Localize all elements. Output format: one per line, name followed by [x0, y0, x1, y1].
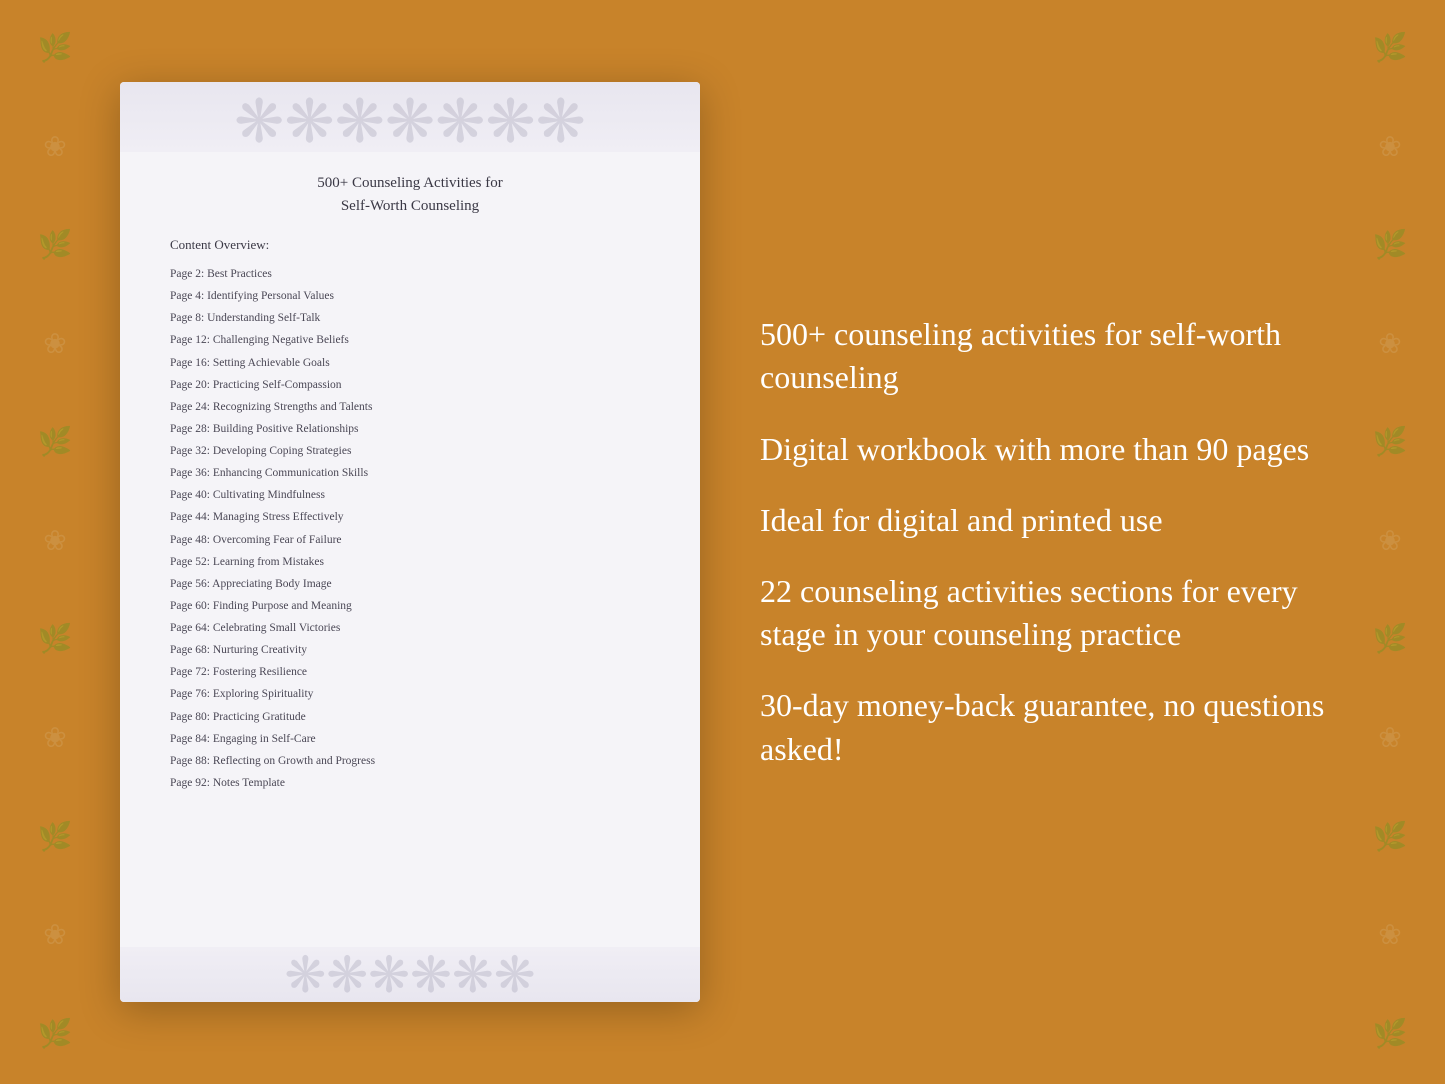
toc-title: Engaging in Self-Care: [210, 733, 316, 745]
toc-title: Practicing Self-Compassion: [210, 379, 342, 391]
toc-title: Identifying Personal Values: [204, 290, 334, 302]
toc-item: Page 40: Cultivating Mindfulness: [170, 484, 650, 506]
toc-item: Page 52: Learning from Mistakes: [170, 551, 650, 573]
toc-item: Page 84: Engaging in Self-Care: [170, 728, 650, 750]
page-number: Page 20:: [170, 375, 210, 395]
toc-item: Page 56: Appreciating Body Image: [170, 573, 650, 595]
toc-title: Building Positive Relationships: [210, 423, 359, 435]
feature-text-0: 500+ counseling activities for self-wort…: [760, 313, 1325, 399]
toc-title: Learning from Mistakes: [210, 556, 324, 568]
toc-title: Nurturing Creativity: [210, 644, 307, 656]
toc-title: Appreciating Body Image: [210, 578, 332, 590]
toc-title: Cultivating Mindfulness: [210, 489, 325, 501]
page-number: Page 88:: [170, 751, 210, 771]
toc-item: Page 8: Understanding Self-Talk: [170, 307, 650, 329]
features-panel: 500+ counseling activities for self-wort…: [760, 313, 1325, 771]
toc-title: Challenging Negative Beliefs: [210, 334, 349, 346]
page-number: Page 24:: [170, 397, 210, 417]
toc-title: Best Practices: [204, 268, 272, 280]
page-number: Page 8:: [170, 308, 204, 328]
feature-text-4: 30-day money-back guarantee, no question…: [760, 684, 1325, 770]
page-number: Page 60:: [170, 596, 210, 616]
page-number: Page 68:: [170, 640, 210, 660]
toc-title: Fostering Resilience: [210, 666, 307, 678]
toc-item: Page 88: Reflecting on Growth and Progre…: [170, 750, 650, 772]
doc-footer: ❋❋❋❋❋❋: [120, 947, 700, 1002]
toc-item: Page 4: Identifying Personal Values: [170, 285, 650, 307]
doc-title-line1: 500+ Counseling Activities for: [317, 175, 503, 191]
mandala-bottom-icon: ❋❋❋❋❋❋: [284, 946, 535, 1003]
table-of-contents: Page 2: Best PracticesPage 4: Identifyin…: [170, 263, 650, 794]
toc-title: Notes Template: [210, 777, 285, 789]
document-title: 500+ Counseling Activities for Self-Wort…: [170, 172, 650, 217]
toc-title: Celebrating Small Victories: [210, 622, 340, 634]
page-number: Page 28:: [170, 419, 210, 439]
page-number: Page 40:: [170, 485, 210, 505]
toc-title: Overcoming Fear of Failure: [210, 534, 342, 546]
toc-title: Finding Purpose and Meaning: [210, 600, 352, 612]
toc-item: Page 32: Developing Coping Strategies: [170, 440, 650, 462]
toc-item: Page 92: Notes Template: [170, 772, 650, 794]
toc-title: Exploring Spirituality: [210, 688, 314, 700]
page-number: Page 32:: [170, 441, 210, 461]
toc-title: Setting Achievable Goals: [210, 357, 330, 369]
toc-item: Page 2: Best Practices: [170, 263, 650, 285]
doc-header: ❋❋❋❋❋❋❋: [120, 82, 700, 152]
page-number: Page 36:: [170, 463, 210, 483]
toc-item: Page 64: Celebrating Small Victories: [170, 617, 650, 639]
page-number: Page 48:: [170, 530, 210, 550]
toc-item: Page 20: Practicing Self-Compassion: [170, 374, 650, 396]
toc-item: Page 28: Building Positive Relationships: [170, 418, 650, 440]
page-number: Page 76:: [170, 684, 210, 704]
page-number: Page 12:: [170, 330, 210, 350]
page-number: Page 80:: [170, 707, 210, 727]
toc-item: Page 72: Fostering Resilience: [170, 661, 650, 683]
page-number: Page 52:: [170, 552, 210, 572]
toc-item: Page 60: Finding Purpose and Meaning: [170, 595, 650, 617]
mandala-top-icon: ❋❋❋❋❋❋❋: [234, 87, 586, 157]
content-overview-label: Content Overview:: [170, 237, 650, 253]
toc-title: Understanding Self-Talk: [204, 312, 320, 324]
toc-item: Page 80: Practicing Gratitude: [170, 706, 650, 728]
page-number: Page 64:: [170, 618, 210, 638]
toc-title: Recognizing Strengths and Talents: [210, 401, 373, 413]
main-layout: ❋❋❋❋❋❋❋ 500+ Counseling Activities for S…: [0, 0, 1445, 1084]
feature-text-2: Ideal for digital and printed use: [760, 499, 1325, 542]
toc-title: Developing Coping Strategies: [210, 445, 352, 457]
toc-item: Page 12: Challenging Negative Beliefs: [170, 329, 650, 351]
doc-title-line2: Self-Worth Counseling: [341, 198, 479, 214]
page-number: Page 16:: [170, 353, 210, 373]
document-panel: ❋❋❋❋❋❋❋ 500+ Counseling Activities for S…: [120, 82, 700, 1002]
feature-text-3: 22 counseling activities sections for ev…: [760, 570, 1325, 656]
page-number: Page 2:: [170, 264, 204, 284]
page-number: Page 72:: [170, 662, 210, 682]
toc-item: Page 24: Recognizing Strengths and Talen…: [170, 396, 650, 418]
toc-item: Page 68: Nurturing Creativity: [170, 639, 650, 661]
page-number: Page 92:: [170, 773, 210, 793]
toc-title: Managing Stress Effectively: [210, 511, 344, 523]
page-number: Page 44:: [170, 507, 210, 527]
toc-item: Page 36: Enhancing Communication Skills: [170, 462, 650, 484]
toc-title: Reflecting on Growth and Progress: [210, 755, 375, 767]
toc-item: Page 76: Exploring Spirituality: [170, 683, 650, 705]
page-number: Page 84:: [170, 729, 210, 749]
feature-text-1: Digital workbook with more than 90 pages: [760, 428, 1325, 471]
toc-title: Practicing Gratitude: [210, 711, 306, 723]
toc-item: Page 44: Managing Stress Effectively: [170, 506, 650, 528]
page-number: Page 4:: [170, 286, 204, 306]
toc-item: Page 16: Setting Achievable Goals: [170, 352, 650, 374]
page-number: Page 56:: [170, 574, 210, 594]
toc-title: Enhancing Communication Skills: [210, 467, 368, 479]
doc-content: 500+ Counseling Activities for Self-Wort…: [120, 152, 700, 947]
toc-item: Page 48: Overcoming Fear of Failure: [170, 529, 650, 551]
